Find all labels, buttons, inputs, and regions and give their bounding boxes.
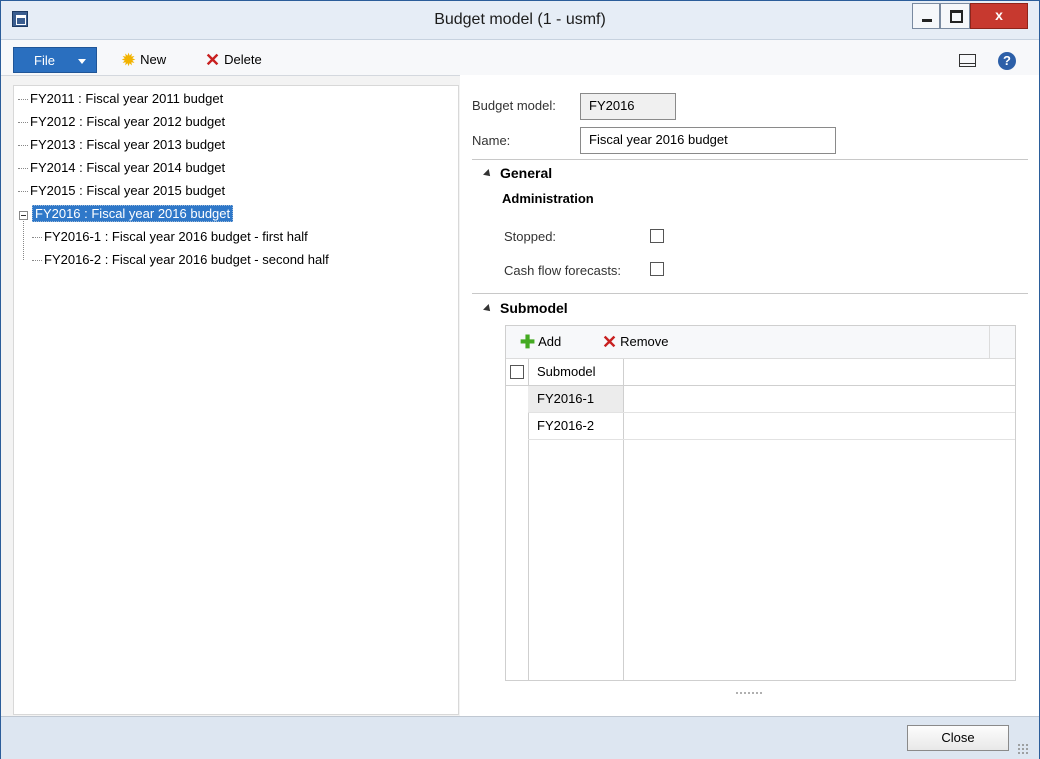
general-fasttab[interactable]: General	[483, 165, 552, 181]
budget-model-label: Budget model:	[472, 98, 556, 113]
divider	[472, 293, 1028, 294]
maximize-button[interactable]	[940, 3, 970, 29]
submodel-grid: ✚ Add ✕ Remove Submodel FY2016-1 FY2016-…	[505, 325, 1016, 681]
tree-item[interactable]: FY2013 : Fiscal year 2013 budget	[18, 135, 225, 155]
delete-label: Delete	[224, 52, 262, 67]
stopped-checkbox[interactable]	[650, 229, 664, 243]
table-row[interactable]: FY2016-1	[528, 386, 623, 412]
collapse-triangle-icon	[483, 169, 493, 180]
divider	[472, 159, 1028, 160]
tree-item[interactable]: FY2015 : Fiscal year 2015 budget	[18, 181, 225, 201]
table-header: Submodel	[506, 359, 1015, 386]
submodel-table: Submodel FY2016-1 FY2016-2	[506, 359, 1015, 680]
new-label: New	[140, 52, 167, 67]
footer-bar: Close	[1, 716, 1039, 759]
chevron-down-icon	[78, 59, 86, 64]
collapse-triangle-icon	[483, 304, 493, 315]
budget-model-field: FY2016	[580, 93, 676, 120]
cash-flow-forecasts-label: Cash flow forecasts:	[504, 263, 622, 278]
details-panel: Budget model: FY2016 Name: Fiscal year 2…	[460, 75, 1039, 716]
submodel-fasttab[interactable]: Submodel	[483, 300, 568, 316]
administration-group-title: Administration	[502, 191, 594, 206]
stopped-label: Stopped:	[504, 229, 557, 244]
name-field[interactable]: Fiscal year 2016 budget	[580, 127, 836, 154]
add-label: Add	[538, 334, 562, 349]
name-label: Name:	[472, 133, 511, 148]
new-icon: ✹	[121, 49, 137, 70]
action-pane: File ✹ New ✕ Delete ?	[1, 40, 1039, 76]
tree-item[interactable]: FY2011 : Fiscal year 2011 budget	[18, 89, 223, 109]
file-menu-label: File	[34, 53, 55, 68]
tree-item[interactable]: FY2016-1 : Fiscal year 2016 budget - fir…	[32, 227, 308, 247]
budget-model-tree[interactable]: FY2011 : Fiscal year 2011 budget FY2012 …	[13, 85, 459, 715]
remove-label: Remove	[620, 334, 669, 349]
tree-item-selected[interactable]: FY2016 : Fiscal year 2016 budget	[32, 204, 234, 224]
new-button[interactable]: ✹ New	[121, 49, 167, 70]
size-grip-icon[interactable]	[1017, 743, 1029, 755]
collapse-icon[interactable]	[19, 211, 28, 220]
grid-toolbar: ✚ Add ✕ Remove	[506, 326, 1015, 359]
tree-item[interactable]: FY2014 : Fiscal year 2014 budget	[18, 158, 225, 178]
cash-flow-forecasts-checkbox[interactable]	[650, 262, 664, 276]
remove-button[interactable]: ✕ Remove	[602, 331, 669, 352]
submodel-column-header[interactable]: Submodel	[528, 359, 623, 385]
budget-model-window: Budget model (1 - usmf) x File ✹ New ✕ D…	[0, 0, 1040, 759]
select-all-checkbox[interactable]	[510, 365, 524, 379]
title-bar[interactable]: Budget model (1 - usmf) x	[1, 1, 1039, 40]
delete-button[interactable]: ✕ Delete	[205, 49, 262, 70]
tree-item[interactable]: FY2012 : Fiscal year 2012 budget	[18, 112, 225, 132]
close-button[interactable]: Close	[907, 725, 1009, 751]
tree-connector	[23, 221, 24, 260]
tree-item[interactable]: FY2016-2 : Fiscal year 2016 budget - sec…	[32, 250, 329, 270]
help-icon[interactable]: ?	[998, 52, 1016, 70]
close-window-button[interactable]: x	[970, 3, 1028, 29]
add-button[interactable]: ✚ Add	[520, 331, 562, 352]
resize-handle[interactable]	[736, 692, 762, 694]
file-menu-button[interactable]: File	[13, 47, 97, 73]
window-title: Budget model (1 - usmf)	[434, 11, 606, 28]
table-row[interactable]: FY2016-2	[528, 413, 623, 439]
delete-icon: ✕	[205, 49, 221, 70]
remove-icon: ✕	[602, 331, 618, 352]
add-icon: ✚	[520, 331, 536, 352]
layout-icon[interactable]	[959, 54, 976, 67]
minimize-button[interactable]	[912, 3, 940, 29]
